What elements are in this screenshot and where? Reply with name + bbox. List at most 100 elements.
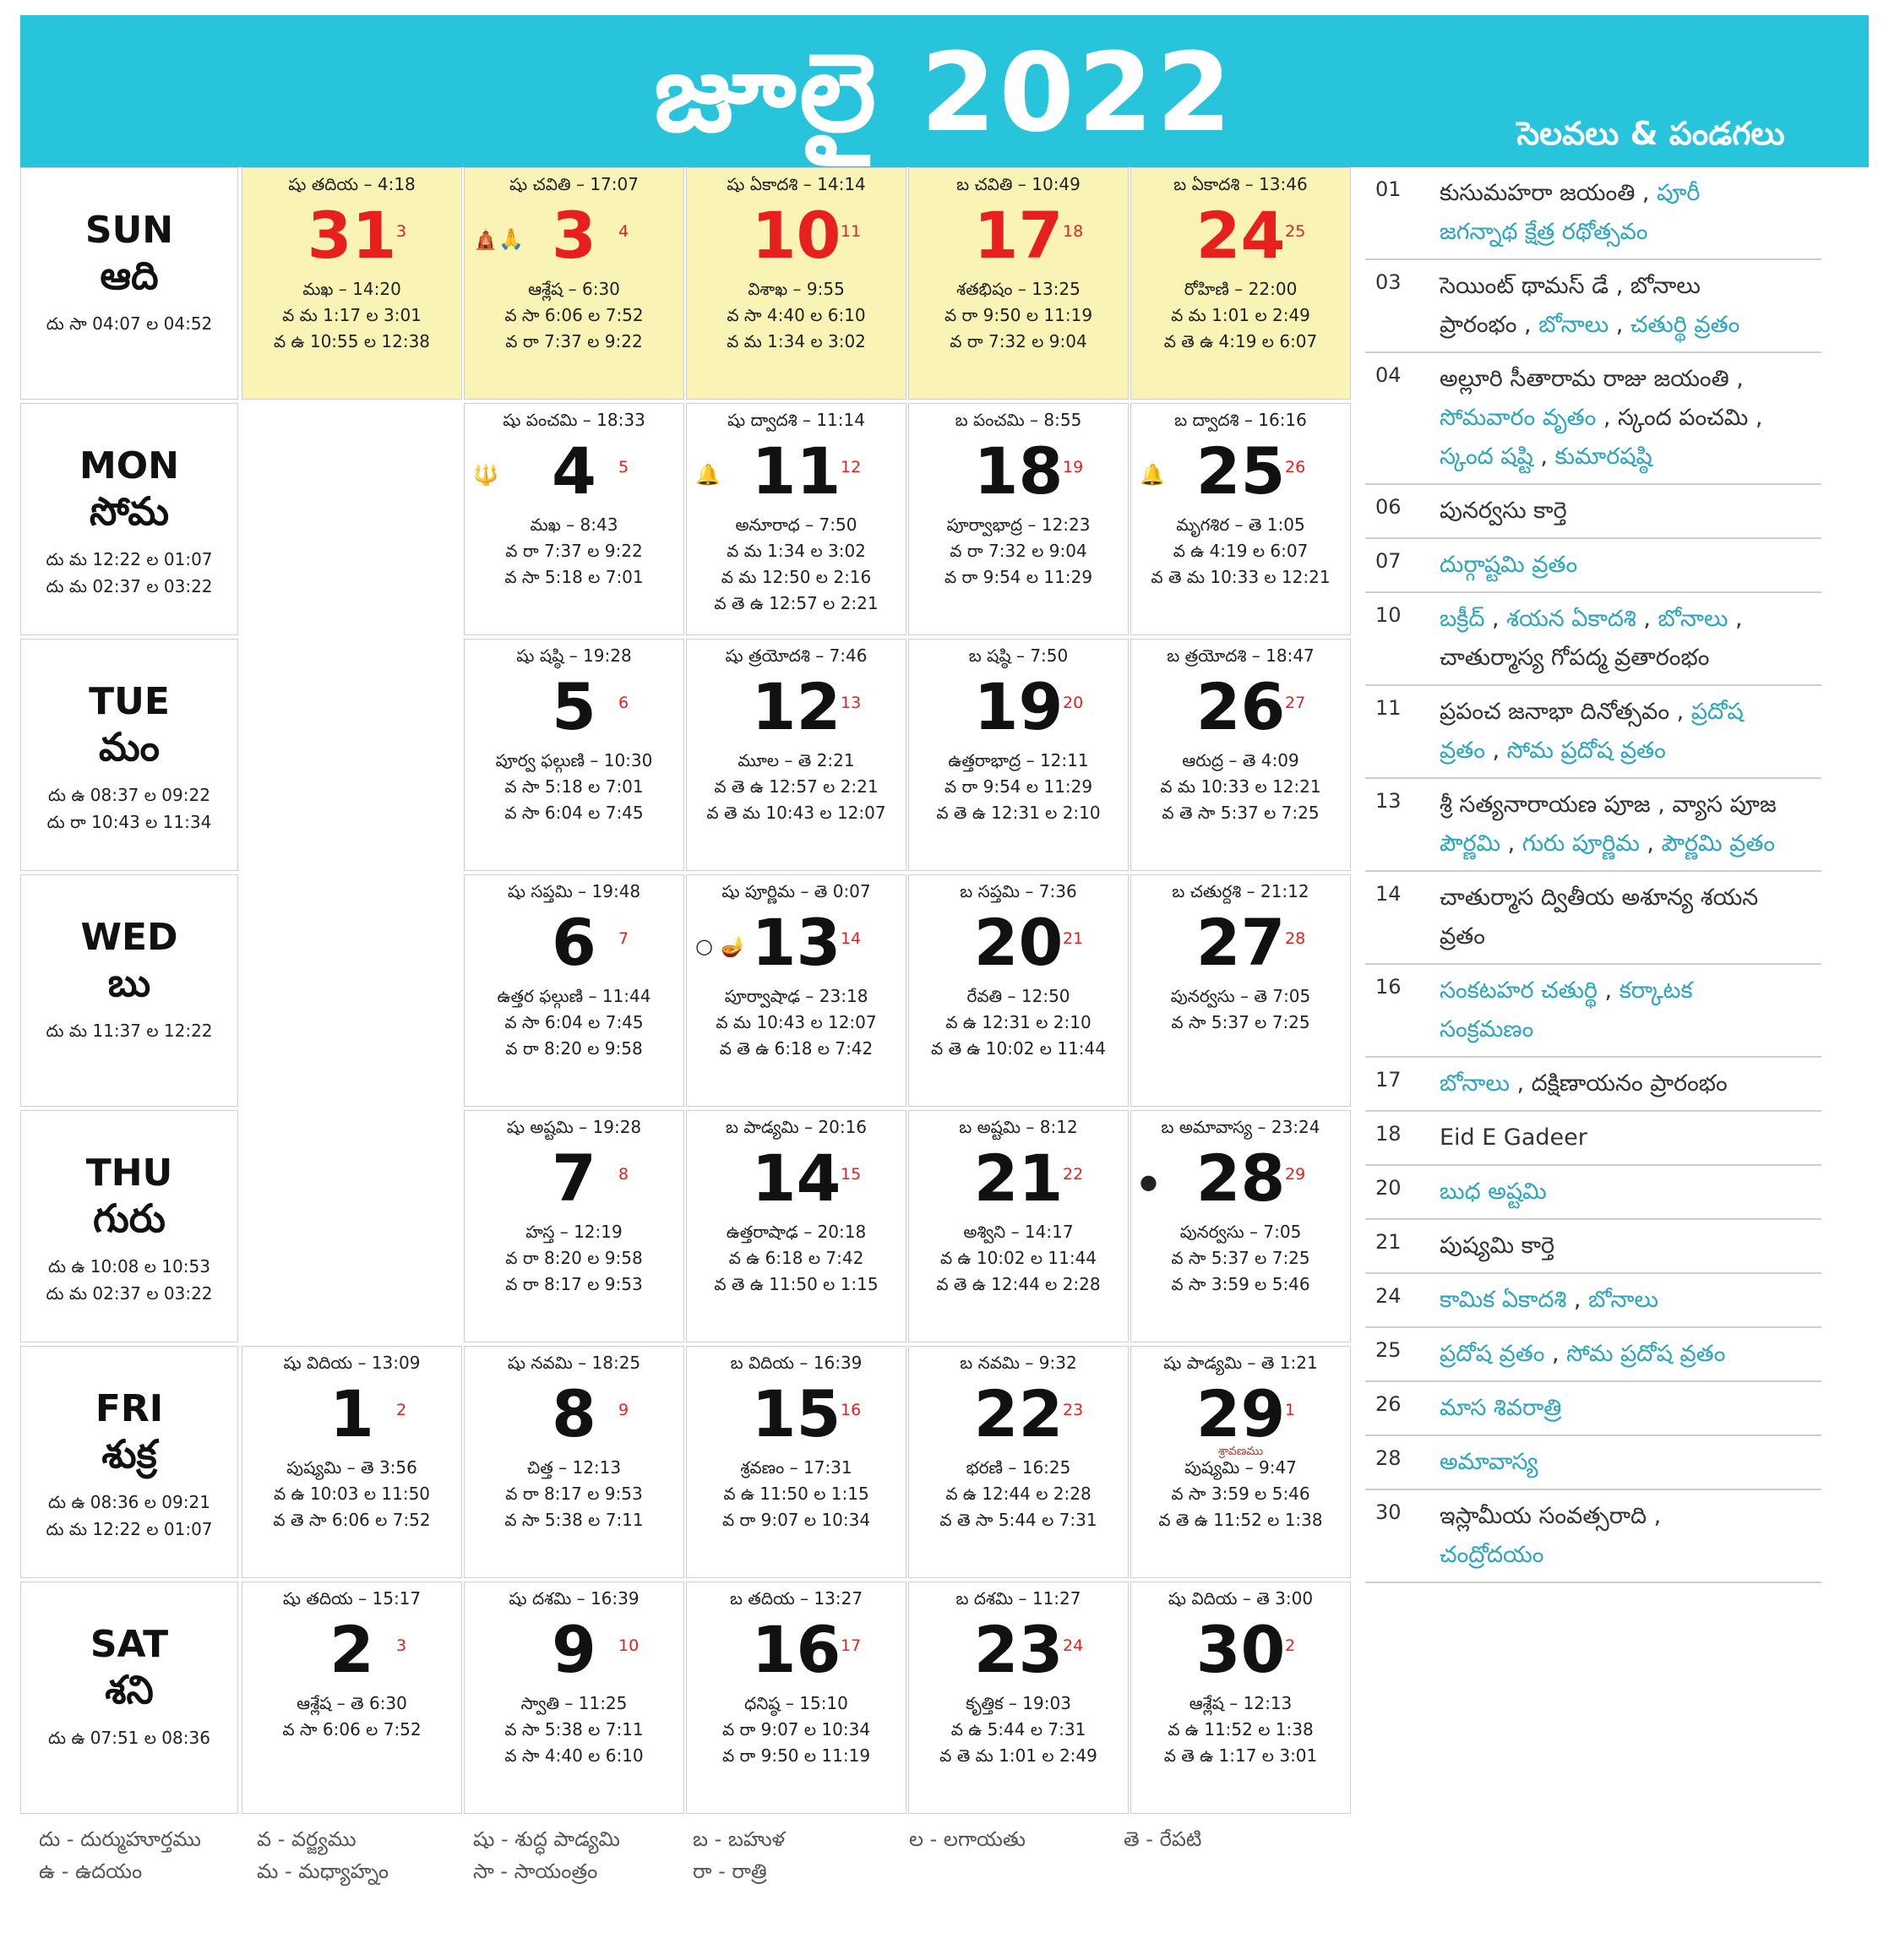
day-cell[interactable]: బ అష్టమి – 8:12 21 22 అశ్విని – 14:17 వ ఉ 10… xyxy=(908,1110,1129,1342)
day-cell[interactable]: బ ద్వాదశి – 16:16 25 26 🔔 మృగశిర – తె 1:05 వ … xyxy=(1130,403,1351,635)
muhurtham-time: దు మ 12:22 ల 01:07 xyxy=(46,549,213,569)
day-cell[interactable]: బ విదియ – 16:39 15 16 శ్రవణం – 17:31 వ ఉ 11:… xyxy=(686,1346,906,1578)
festival-link[interactable]: పూరీ xyxy=(1657,180,1700,206)
festival-text: శ్రీ సత్యనారాయణ పూజ , వ్యాస పూజ పౌర్ణమి ,… xyxy=(1440,786,1821,863)
festival-link[interactable]: సోమ ప్రదోష వ్రతం xyxy=(1566,1341,1725,1367)
cell-detail-line: వ రా 9:54 ల 11:29 xyxy=(944,776,1093,797)
festival-link[interactable]: బుధ అష్టమి xyxy=(1440,1179,1547,1205)
date-number: 14 xyxy=(751,1141,841,1216)
festival-name: చాతుర్మాస ద్వితీయ అశూన్య శయన xyxy=(1440,885,1759,911)
empty-cell xyxy=(242,639,462,871)
festival-link[interactable]: అమావాస్య xyxy=(1440,1449,1538,1475)
festival-line: అమావాస్య xyxy=(1440,1443,1821,1482)
festival-link[interactable]: సోమవారం వృతం xyxy=(1440,405,1596,431)
festival-row: 07 దుర్గాష్టమి వ్రతం xyxy=(1365,539,1821,593)
day-cell[interactable]: షు అష్టమి – 19:28 7 8 హస్త – 12:19 వ రా 8:20… xyxy=(464,1110,684,1342)
day-cell[interactable]: బ చవితి – 10:49 17 18 శతభిషం – 13:25 వ రా 9:… xyxy=(908,167,1129,400)
date-row: 23 24 xyxy=(909,1609,1128,1690)
lunar-day: 3 xyxy=(396,1636,407,1655)
day-cell[interactable]: షు పంచమి – 18:33 4 5 🔱 మఖ – 8:43 వ రా 7:37 ల … xyxy=(464,403,684,635)
cell-detail-line: వ తె సా 5:44 ల 7:31 xyxy=(939,1510,1097,1530)
cell-detail-line: వ తె ఉ 10:02 ల 11:44 xyxy=(931,1038,1106,1059)
festival-line: ఇస్లామీయ సంవత్సరాది , xyxy=(1440,1497,1821,1536)
day-cell[interactable]: బ ఏకాదశి – 13:46 24 25 రోహిణి – 22:00 వ మ 1:… xyxy=(1130,167,1351,400)
lunar-day: 14 xyxy=(841,929,862,948)
tithi-text: షు విదియ – తె 3:00 xyxy=(1168,1588,1314,1609)
festival-link[interactable]: సంక్రమణం xyxy=(1440,1016,1533,1043)
festival-link[interactable]: ప్రదోష xyxy=(1691,699,1744,725)
date-row: 24 25 xyxy=(1131,195,1350,276)
day-cell[interactable]: బ షష్ఠి – 7:50 19 20 ఉత్తరాభాద్ర – 12:11 వ ర… xyxy=(908,639,1129,871)
day-cell[interactable]: షు త్రయోదశి – 7:46 12 13 మూల – తె 2:21 వ తె … xyxy=(686,639,906,871)
festival-line: చాతుర్మాస ద్వితీయ అశూన్య శయన xyxy=(1440,879,1821,917)
day-cell[interactable]: షు తదియ – 4:18 31 3 మఖ – 14:20 వ మ 1:17 ల 3:… xyxy=(242,167,462,400)
date-row: 23 xyxy=(242,1609,461,1690)
tithi-text: బ పంచమి – 8:55 xyxy=(955,410,1082,430)
day-cell[interactable]: బ చతుర్దశి – 21:12 27 28 పునర్వసు – తె 7:05… xyxy=(1130,874,1351,1107)
legend-item: వ - వర్జ్యము xyxy=(257,1827,357,1851)
day-cell[interactable]: షు షష్ఠి – 19:28 5 6 పూర్వ ఫల్గుణి – 10:30 వ… xyxy=(464,639,684,871)
festival-link[interactable]: బోనాలు xyxy=(1440,1070,1510,1097)
festival-link[interactable]: బోనాలు xyxy=(1538,312,1609,338)
date-row: 4 5 🔱 xyxy=(465,431,683,512)
tithi-text: షు అష్టమి – 19:28 xyxy=(506,1117,642,1137)
day-cell[interactable]: బ నవమి – 9:32 22 23 భరణి – 16:25 వ ఉ 12:44 ల… xyxy=(908,1346,1129,1578)
day-cell[interactable]: షు చవితి – 17:07 3 4 🛕 🙏 ఆశ్లేష – 6:30 వ సా 6:… xyxy=(464,167,684,400)
cell-detail-line: మూల – తె 2:21 xyxy=(738,750,855,770)
cell-detail-line: భరణి – 16:25 xyxy=(966,1457,1071,1478)
cell-detail-line: వ ఉ 12:44 ల 2:28 xyxy=(945,1484,1091,1504)
day-cell[interactable]: బ తదియ – 13:27 16 17 ధనిష్ఠ – 15:10 వ రా 9:0… xyxy=(686,1582,906,1814)
festival-link[interactable]: కుమారషష్ఠి xyxy=(1555,444,1652,470)
festival-link[interactable]: జగన్నాథ క్షేత్ర రథోత్సవం xyxy=(1440,219,1647,245)
day-cell[interactable]: షు నవమి – 18:25 8 9 చిత్త – 12:13 వ రా 8:17 … xyxy=(464,1346,684,1578)
festival-link[interactable]: బోనాలు xyxy=(1588,1287,1658,1313)
day-cell[interactable]: బ సప్తమి – 7:36 20 21 రేవతి – 12:50 వ ఉ 12:3… xyxy=(908,874,1129,1107)
day-name-te: ఆది xyxy=(100,253,159,298)
festival-link[interactable]: పౌర్ణమి xyxy=(1440,830,1500,857)
day-cell[interactable]: బ పంచమి – 8:55 18 19 పూర్వాభాద్ర – 12:23 వ ర… xyxy=(908,403,1129,635)
festival-link[interactable]: ప్రదోష వ్రతం xyxy=(1440,1341,1544,1367)
day-cell[interactable]: షు పూర్ణిమ – తె 0:07 13 14 ○ 🪔 పూర్వాషాఢ – 23… xyxy=(686,874,906,1107)
day-cell[interactable]: బ దశమి – 11:27 23 24 కృత్తిక – 19:03 వ ఉ 5:4… xyxy=(908,1582,1129,1814)
festival-link[interactable]: మాస శివరాత్రి xyxy=(1440,1395,1561,1421)
cell-detail-line: వ తె ఉ 12:57 ల 2:21 xyxy=(714,593,879,613)
day-cell[interactable]: బ త్రయోదశి – 18:47 26 27 ఆరుద్ర – తె 4:09 వ … xyxy=(1130,639,1351,871)
tithi-text: బ ద్వాదశి – 16:16 xyxy=(1174,410,1307,430)
day-cell[interactable]: షు విదియ – తె 3:00 30 2 ఆశ్లేష – 12:13 వ ఉ 1… xyxy=(1130,1582,1351,1814)
festival-link[interactable]: శయన ఏకాదశి xyxy=(1506,606,1636,632)
festival-link[interactable]: బోనాలు xyxy=(1658,606,1728,632)
day-cell[interactable]: బ అమావాస్య – 23:24 28 29 ● పునర్వసు – 7:05 వ … xyxy=(1130,1110,1351,1342)
legend-item: సా - సాయంత్రం xyxy=(473,1859,598,1883)
festival-link[interactable]: దుర్గాష్టమి వ్రతం xyxy=(1440,552,1577,578)
cell-detail-line: వ రా 7:32 ల 9:04 xyxy=(950,331,1087,351)
date-number: 15 xyxy=(751,1376,841,1451)
day-cell[interactable]: షు ఏకాదశి – 14:14 10 11 విశాఖ – 9:55 వ సా 4:… xyxy=(686,167,906,400)
festival-link[interactable]: కామిక ఏకాదశి xyxy=(1440,1287,1566,1313)
day-name-en: THU xyxy=(85,1152,173,1195)
festival-link[interactable]: పౌర్ణమి వ్రతం xyxy=(1662,830,1776,857)
day-cell[interactable]: బ పాడ్యమి – 20:16 14 15 ఉత్తరాషాఢ – 20:18 వ … xyxy=(686,1110,906,1342)
day-cell[interactable]: షు ద్వాదశి – 11:14 11 12 🔔 అనూరాధ – 7:50 వ మ … xyxy=(686,403,906,635)
muhurtham-time: దు ఉ 08:37 ల 09:22 xyxy=(48,785,210,805)
day-cell[interactable]: షు పాడ్యమి – తె 1:21 29 1 శ్రావణము పుష్యమి –… xyxy=(1130,1346,1351,1578)
day-cell[interactable]: షు దశమి – 16:39 9 10 స్వాతి – 11:25 వ సా 5:3… xyxy=(464,1582,684,1814)
festival-link[interactable]: కర్కాటక xyxy=(1620,977,1693,1004)
day-cell[interactable]: షు విదియ – 13:09 1 2 పుష్యమి – తె 3:56 వ ఉ 1… xyxy=(242,1346,462,1578)
festival-link[interactable]: వ్రతం xyxy=(1440,738,1485,764)
lunar-day: 22 xyxy=(1063,1165,1084,1184)
festival-line: చంద్రోదయం xyxy=(1440,1536,1821,1575)
festival-link[interactable]: స్కంద షష్టి xyxy=(1440,444,1533,470)
festival-link[interactable]: గురు పూర్ణిమ xyxy=(1522,830,1640,857)
date-row: 27 28 xyxy=(1131,902,1350,983)
day-cell[interactable]: షు సప్తమి – 19:48 6 7 ఉత్తర ఫల్గుణి – 11:44… xyxy=(464,874,684,1107)
festival-link[interactable]: సోమ ప్రదోష వ్రతం xyxy=(1507,738,1666,764)
lunar-day: 26 xyxy=(1285,458,1306,476)
day-cell[interactable]: షు తదియ – 15:17 2 3 ఆశ్లేష – తె 6:30 వ సా 6:… xyxy=(242,1582,462,1814)
festival-link[interactable]: చంద్రోదయం xyxy=(1440,1542,1543,1568)
festival-link[interactable]: సంకటహర చతుర్థి xyxy=(1440,977,1598,1004)
festival-date: 28 xyxy=(1375,1446,1402,1470)
festival-icon: 🛕 xyxy=(473,227,498,251)
festival-link[interactable]: బక్రీద్ xyxy=(1440,606,1484,632)
day-header: FRI శుక్ర దు ఉ 08:36 ల 09:21 దు మ 12:22 ల 0… xyxy=(20,1346,238,1578)
festival-link[interactable]: చతుర్థి వ్రతం xyxy=(1630,312,1739,338)
